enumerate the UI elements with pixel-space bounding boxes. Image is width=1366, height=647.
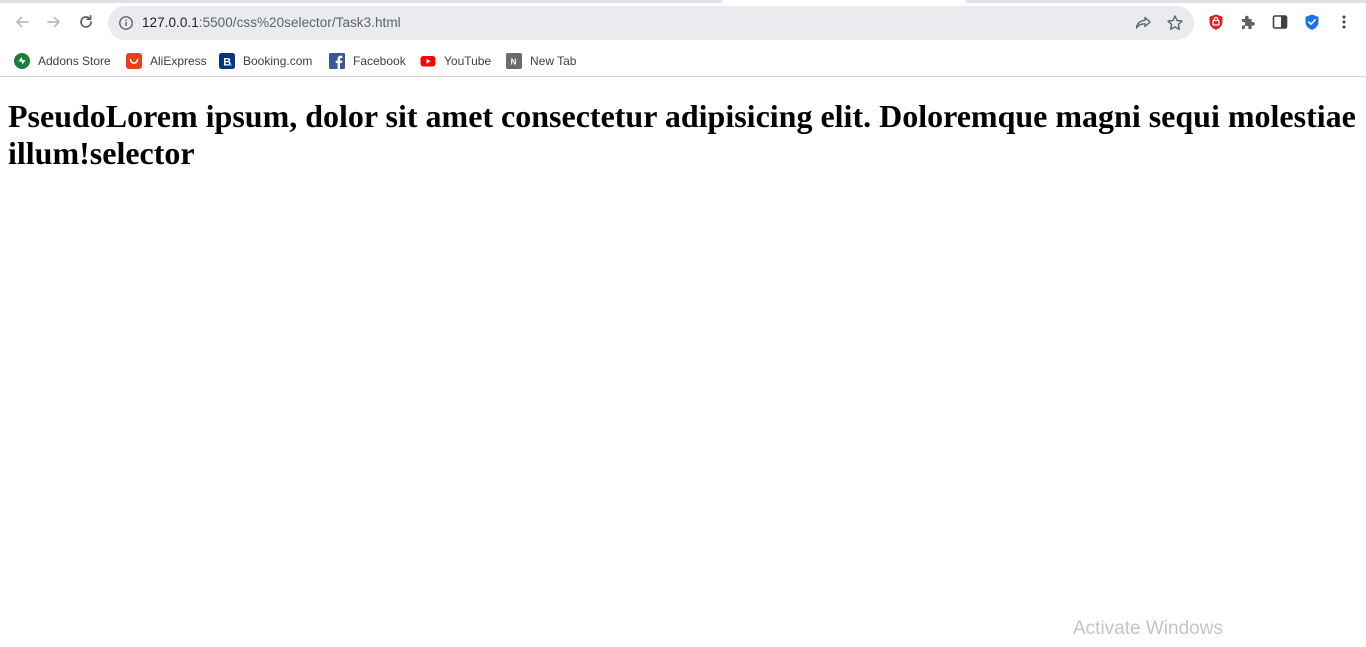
url-path: :5500/css%20selector/Task3.html (198, 15, 401, 30)
reload-icon (80, 14, 92, 28)
bookmark-aliexpress[interactable]: AliExpress (126, 50, 207, 72)
back-button[interactable] (9, 9, 35, 35)
forward-button[interactable] (41, 9, 67, 35)
reload-button[interactable] (73, 9, 99, 35)
svg-text:B: B (223, 56, 231, 68)
addons-store-icon (14, 53, 30, 69)
bookmark-addons-store[interactable]: Addons Store (14, 50, 111, 72)
page-heading: PseudoLorem ipsum, dolor sit amet consec… (8, 98, 1356, 171)
bookmark-star-button[interactable] (1166, 14, 1184, 32)
bookmark-label: YouTube (444, 54, 492, 68)
password-manager-button[interactable] (1302, 12, 1322, 32)
aliexpress-icon (126, 53, 142, 69)
browser-menu-button[interactable] (1334, 12, 1354, 32)
menu-dots-icon (1342, 15, 1346, 29)
svg-text:N: N (511, 58, 517, 67)
bookmark-star-icon (1167, 15, 1183, 30)
bookmark-facebook[interactable]: Facebook (329, 50, 406, 72)
adblock-extension-button[interactable] (1206, 12, 1226, 32)
bookmark-youtube[interactable]: YouTube (420, 50, 491, 72)
back-icon (16, 16, 29, 28)
bookmark-label: AliExpress (150, 54, 207, 68)
password-shield-icon (1305, 14, 1319, 30)
tab-strip-edge (0, 0, 722, 3)
bookmarks-bar: Addons Store AliExpress B Booking.com Fa… (0, 44, 1366, 77)
booking-icon: B (219, 53, 235, 69)
url-host: 127.0.0.1 (142, 15, 199, 30)
bookmark-label: Booking.com (243, 54, 313, 68)
site-info-icon[interactable] (118, 15, 134, 31)
youtube-icon (420, 53, 436, 69)
new-tab-icon: N (506, 53, 522, 69)
facebook-icon (329, 53, 345, 69)
tab-strip-edge (966, 0, 1366, 3)
address-bar[interactable]: 127.0.0.1:5500/css%20selector/Task3.html (108, 6, 1194, 40)
bookmark-label: New Tab (530, 54, 577, 68)
url-text[interactable]: 127.0.0.1:5500/css%20selector/Task3.html (142, 15, 401, 30)
bookmark-label: Addons Store (38, 54, 111, 68)
extensions-button[interactable] (1238, 12, 1258, 32)
bookmark-booking[interactable]: B Booking.com (219, 50, 312, 72)
page-viewport: PseudoLorem ipsum, dolor sit amet consec… (0, 77, 1366, 647)
extensions-puzzle-icon (1242, 15, 1255, 29)
side-panel-icon (1272, 15, 1288, 29)
activate-windows-watermark: Activate Windows (1073, 618, 1223, 639)
share-icon (1135, 16, 1151, 29)
share-button[interactable] (1134, 14, 1152, 32)
bookmark-label: Facebook (353, 54, 406, 68)
forward-icon (47, 16, 60, 28)
browser-toolbar: 127.0.0.1:5500/css%20selector/Task3.html (0, 0, 1366, 44)
bookmark-new-tab[interactable]: N New Tab (506, 50, 576, 72)
side-panel-button[interactable] (1270, 12, 1290, 32)
adblock-shield-icon (1209, 14, 1223, 30)
